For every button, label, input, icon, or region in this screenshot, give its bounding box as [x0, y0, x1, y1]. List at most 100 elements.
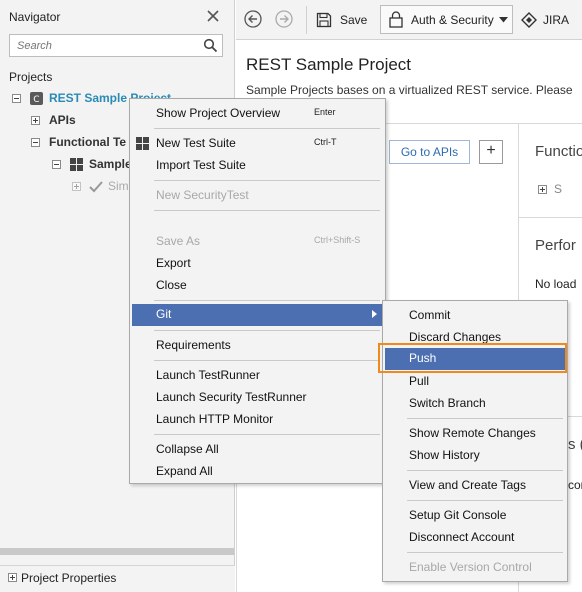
- jira-label: JIRA: [543, 13, 570, 27]
- menu-item-launch-security-testrunner[interactable]: Launch Security TestRunner: [132, 387, 383, 408]
- menu-separator: [407, 470, 563, 471]
- menu-item-label: View and Create Tags: [409, 478, 526, 492]
- section-divider: [519, 217, 582, 218]
- menu-item-commit[interactable]: Commit: [385, 305, 565, 326]
- tree-apis-label: APIs: [49, 113, 76, 127]
- menu-item-show-remote-changes[interactable]: Show Remote Changes: [385, 423, 565, 444]
- project-context-menu: Show Project Overview Enter New Test Sui…: [129, 98, 386, 484]
- menu-item-close[interactable]: Close: [132, 275, 383, 296]
- menu-item-export[interactable]: Export: [132, 253, 383, 274]
- menu-item-label: Launch TestRunner: [156, 368, 260, 382]
- search-icon[interactable]: [203, 38, 218, 53]
- menu-item-label: Show History: [409, 448, 480, 462]
- menu-item-label: Import Test Suite: [156, 158, 246, 172]
- performance-heading: Perfor: [535, 237, 576, 254]
- menu-item-shortcut: Ctrl+Shift-S: [314, 235, 361, 245]
- menu-item-label: Launch HTTP Monitor: [156, 412, 274, 426]
- project-properties-label: Project Properties: [21, 571, 117, 585]
- collapse-toggle-icon[interactable]: [12, 94, 21, 103]
- menu-item-expand-all[interactable]: Expand All: [132, 461, 383, 482]
- menu-separator: [154, 180, 380, 181]
- menu-item-collapse-all[interactable]: Collapse All: [132, 439, 383, 460]
- menu-item-label: Commit: [409, 308, 451, 322]
- menu-item-enable-version-control: Enable Version Control: [385, 557, 565, 578]
- search-input[interactable]: [10, 35, 200, 56]
- projects-label: Projects: [9, 70, 53, 84]
- security-text: con: [568, 478, 582, 492]
- menu-item-show-project-overview[interactable]: Show Project Overview Enter: [132, 103, 383, 124]
- tree-item-functional-tests[interactable]: Functional Te: [0, 133, 128, 153]
- collapse-toggle-icon[interactable]: [31, 138, 40, 147]
- menu-item-shortcut: Ctrl-T: [314, 137, 337, 147]
- navigator-header: Navigator: [0, 0, 235, 32]
- menu-item-label: Collapse All: [156, 442, 219, 456]
- menu-item-label: Switch Branch: [409, 396, 486, 410]
- tree-functional-label: Functional Te: [49, 135, 127, 149]
- menu-item-new-test-suite[interactable]: New Test Suite Ctrl-T: [132, 133, 383, 154]
- close-icon[interactable]: [205, 8, 221, 24]
- functional-tests-heading: Functio: [535, 143, 582, 160]
- dropdown-caret-icon: [499, 17, 508, 23]
- menu-item-save-as: Save As Ctrl+Shift-S: [132, 231, 383, 252]
- back-arrow-icon[interactable]: [244, 10, 262, 28]
- menu-item-label: New SecurityTest: [156, 188, 249, 202]
- menu-item-label: New Test Suite: [156, 136, 236, 150]
- tree-sample-label: Sample: [89, 157, 132, 171]
- expand-toggle-icon[interactable]: [31, 116, 40, 125]
- menu-separator: [407, 418, 563, 419]
- menu-item-label: Expand All: [156, 464, 213, 478]
- tree-item-apis[interactable]: APIs: [0, 111, 128, 131]
- menu-item-label: Pull: [409, 374, 430, 388]
- project-description: Sample Projects bases on a virtualized R…: [246, 83, 573, 97]
- auth-security-dropdown[interactable]: Auth & Security: [380, 5, 513, 34]
- forward-arrow-icon[interactable]: [275, 10, 293, 28]
- tree-item-simple-case[interactable]: Sim: [0, 177, 129, 197]
- functional-item: S: [554, 182, 563, 196]
- menu-separator: [154, 210, 380, 211]
- expand-toggle-icon[interactable]: [8, 573, 17, 582]
- menu-item-view-and-create-tags[interactable]: View and Create Tags: [385, 475, 565, 496]
- submenu-arrow-icon: [372, 310, 377, 318]
- security-heading: s (V: [568, 436, 582, 453]
- svg-text:C: C: [33, 95, 39, 105]
- menu-separator: [154, 360, 380, 361]
- expand-toggle-icon[interactable]: [72, 182, 81, 191]
- jira-icon: [521, 12, 537, 28]
- menu-separator: [154, 330, 380, 331]
- menu-item-pull[interactable]: Pull: [385, 371, 565, 392]
- menu-item-label: Discard Changes: [409, 330, 502, 344]
- collapse-toggle-icon[interactable]: [52, 160, 61, 169]
- menu-item-label: Requirements: [156, 338, 231, 352]
- menu-item-git[interactable]: Git: [132, 304, 383, 326]
- save-label: Save: [340, 13, 368, 27]
- menu-item-label: Show Remote Changes: [409, 426, 536, 440]
- menu-item-import-test-suite[interactable]: Import Test Suite: [132, 155, 383, 176]
- search-box: [9, 34, 223, 57]
- menu-item-switch-branch[interactable]: Switch Branch: [385, 393, 565, 414]
- menu-separator: [154, 434, 380, 435]
- go-to-apis-button[interactable]: Go to APIs: [389, 140, 470, 164]
- auth-security-label: Auth & Security: [411, 13, 494, 27]
- horizontal-scrollbar[interactable]: [0, 548, 234, 555]
- menu-item-show-history[interactable]: Show History: [385, 445, 565, 466]
- push-highlight-outline: [378, 343, 567, 373]
- menu-item-launch-testrunner[interactable]: Launch TestRunner: [132, 365, 383, 386]
- menu-item-disconnect-account[interactable]: Disconnect Account: [385, 527, 565, 548]
- toolbar-divider: [306, 6, 307, 34]
- menu-item-shortcut: Enter: [314, 107, 336, 117]
- menu-item-setup-git-console[interactable]: Setup Git Console: [385, 505, 565, 526]
- menu-item-label: Launch Security TestRunner: [156, 390, 307, 404]
- expand-toggle-icon[interactable]: [538, 185, 547, 194]
- tree-item-sample-suite[interactable]: Sample: [0, 155, 132, 175]
- menu-item-label: Save As: [156, 234, 201, 248]
- menu-item-launch-http-monitor[interactable]: Launch HTTP Monitor: [132, 409, 383, 430]
- floppy-disk-icon: [316, 12, 332, 28]
- project-properties-footer[interactable]: Project Properties: [0, 565, 235, 592]
- add-button[interactable]: +: [479, 140, 503, 164]
- project-icon: C: [30, 92, 43, 105]
- menu-item-requirements[interactable]: Requirements: [132, 335, 383, 356]
- tree-simple-label: Sim: [108, 179, 129, 193]
- menu-item-new-securitytest: New SecurityTest: [132, 185, 383, 206]
- menu-item-label: Show Project Overview: [156, 106, 281, 120]
- menu-item-label: Disconnect Account: [409, 530, 515, 544]
